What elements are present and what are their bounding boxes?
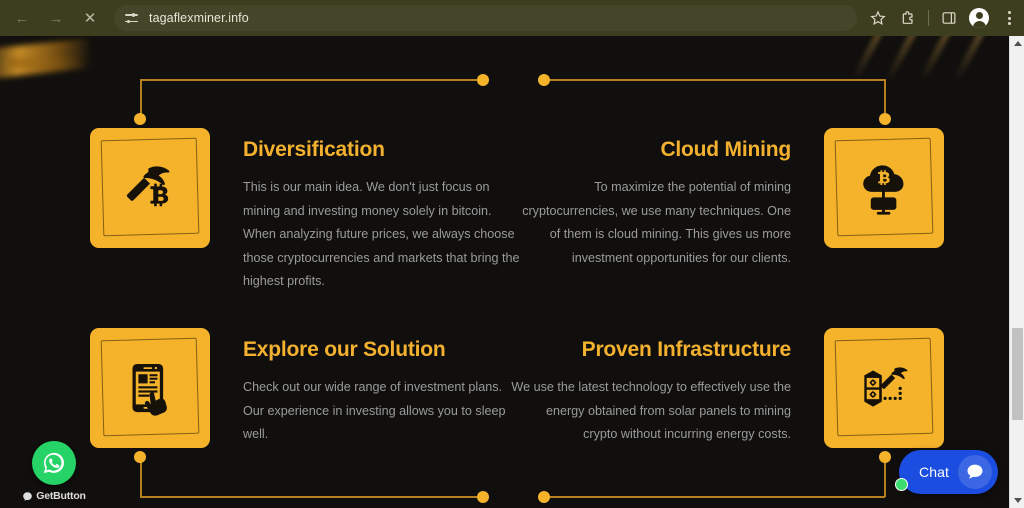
- forward-arrow-icon: →: [48, 9, 64, 27]
- getbutton-label-text: GetButton: [36, 490, 86, 502]
- connector-line: [544, 79, 885, 81]
- extensions-puzzle-icon[interactable]: [893, 3, 923, 33]
- feature-icon-tile: [90, 328, 210, 448]
- connector-node: [538, 491, 550, 503]
- side-panel-icon[interactable]: [934, 3, 964, 33]
- back-button[interactable]: ←: [8, 4, 36, 32]
- feature-icon-tile: [824, 128, 944, 248]
- smartphone-tap-icon: [132, 363, 167, 416]
- connector-line: [140, 79, 142, 119]
- chat-label: Chat: [919, 464, 949, 480]
- getbutton-logo-icon: [23, 491, 33, 501]
- feature-title: Proven Infrastructure: [581, 338, 792, 361]
- getbutton-branding: GetButton: [22, 490, 86, 502]
- feature-card-diversification[interactable]: Diversification This is our main idea. W…: [90, 128, 523, 294]
- toolbar-divider: [928, 10, 929, 26]
- page-content: Diversification This is our main idea. W…: [0, 36, 1009, 508]
- connector-line: [544, 496, 885, 498]
- connector-line: [140, 457, 142, 497]
- address-bar[interactable]: tagaflexminer.info: [114, 5, 857, 31]
- stop-loading-button[interactable]: ✕: [76, 4, 104, 32]
- page-scrollbar[interactable]: [1009, 36, 1024, 508]
- scroll-up-arrow-icon[interactable]: [1010, 36, 1024, 51]
- avatar: [969, 8, 989, 28]
- server-pickaxe-icon: [864, 367, 908, 407]
- connector-line: [140, 496, 483, 498]
- feature-text-block: Cloud Mining To maximize the potential o…: [511, 128, 791, 270]
- connector-node: [477, 74, 489, 86]
- url-text: tagaflexminer.info: [149, 11, 249, 25]
- feature-description: This is our main idea. We don't just foc…: [243, 180, 520, 289]
- whatsapp-glyph-icon: [43, 452, 64, 474]
- feature-card-explore-our-solution[interactable]: Explore our Solution Check out our wide …: [90, 328, 523, 448]
- feature-title: Cloud Mining: [660, 138, 791, 161]
- stop-loading-icon: ✕: [83, 9, 97, 27]
- hero-diagonal-stripes: [847, 36, 997, 84]
- connector-line: [884, 457, 886, 497]
- connector-node: [538, 74, 550, 86]
- bookmark-star-icon[interactable]: [863, 3, 893, 33]
- whatsapp-float-widget[interactable]: GetButton: [14, 441, 94, 502]
- feature-title: Explore our Solution: [243, 338, 446, 361]
- feature-text-block: Proven Infrastructure We use the latest …: [511, 328, 791, 447]
- browser-toolbar: ← → ✕ tagaflexminer.info: [0, 0, 1024, 36]
- hero-blur-artifact-left-2: [8, 58, 86, 68]
- feature-icon-tile: [824, 328, 944, 448]
- feature-icon-tile: [90, 128, 210, 248]
- connector-node: [879, 451, 891, 463]
- cloud-bitcoin-server-icon: [863, 165, 904, 215]
- whatsapp-icon[interactable]: [32, 441, 76, 485]
- feature-text-block: Explore our Solution Check out our wide …: [243, 328, 523, 447]
- connector-node: [134, 113, 146, 125]
- connector-node: [879, 113, 891, 125]
- pickaxe-bitcoin-icon: [126, 166, 170, 207]
- chat-float-widget[interactable]: Chat: [895, 450, 998, 494]
- feature-description: We use the latest technology to effectiv…: [511, 380, 791, 442]
- back-arrow-icon: ←: [14, 9, 30, 27]
- feature-card-proven-infrastructure[interactable]: Proven Infrastructure We use the latest …: [511, 328, 944, 448]
- connector-line: [884, 79, 886, 119]
- feature-text-block: Diversification This is our main idea. W…: [243, 128, 523, 294]
- connector-node: [477, 491, 489, 503]
- chat-bubble-glyph-icon: [967, 464, 983, 479]
- feature-title: Diversification: [243, 138, 385, 161]
- scroll-thumb[interactable]: [1012, 328, 1023, 420]
- online-status-dot: [895, 478, 909, 491]
- site-settings-icon[interactable]: [124, 10, 140, 26]
- connector-node: [134, 451, 146, 463]
- feature-description: Check out our wide range of investment p…: [243, 380, 506, 442]
- connector-line: [140, 79, 483, 81]
- feature-description: To maximize the potential of mining cryp…: [522, 180, 791, 265]
- scroll-down-arrow-icon[interactable]: [1010, 493, 1024, 508]
- profile-avatar-icon[interactable]: [964, 3, 994, 33]
- chat-bubble-icon[interactable]: [958, 455, 992, 489]
- three-dot-menu-icon[interactable]: [994, 3, 1024, 33]
- forward-button[interactable]: →: [42, 4, 70, 32]
- feature-card-cloud-mining[interactable]: Cloud Mining To maximize the potential o…: [511, 128, 944, 270]
